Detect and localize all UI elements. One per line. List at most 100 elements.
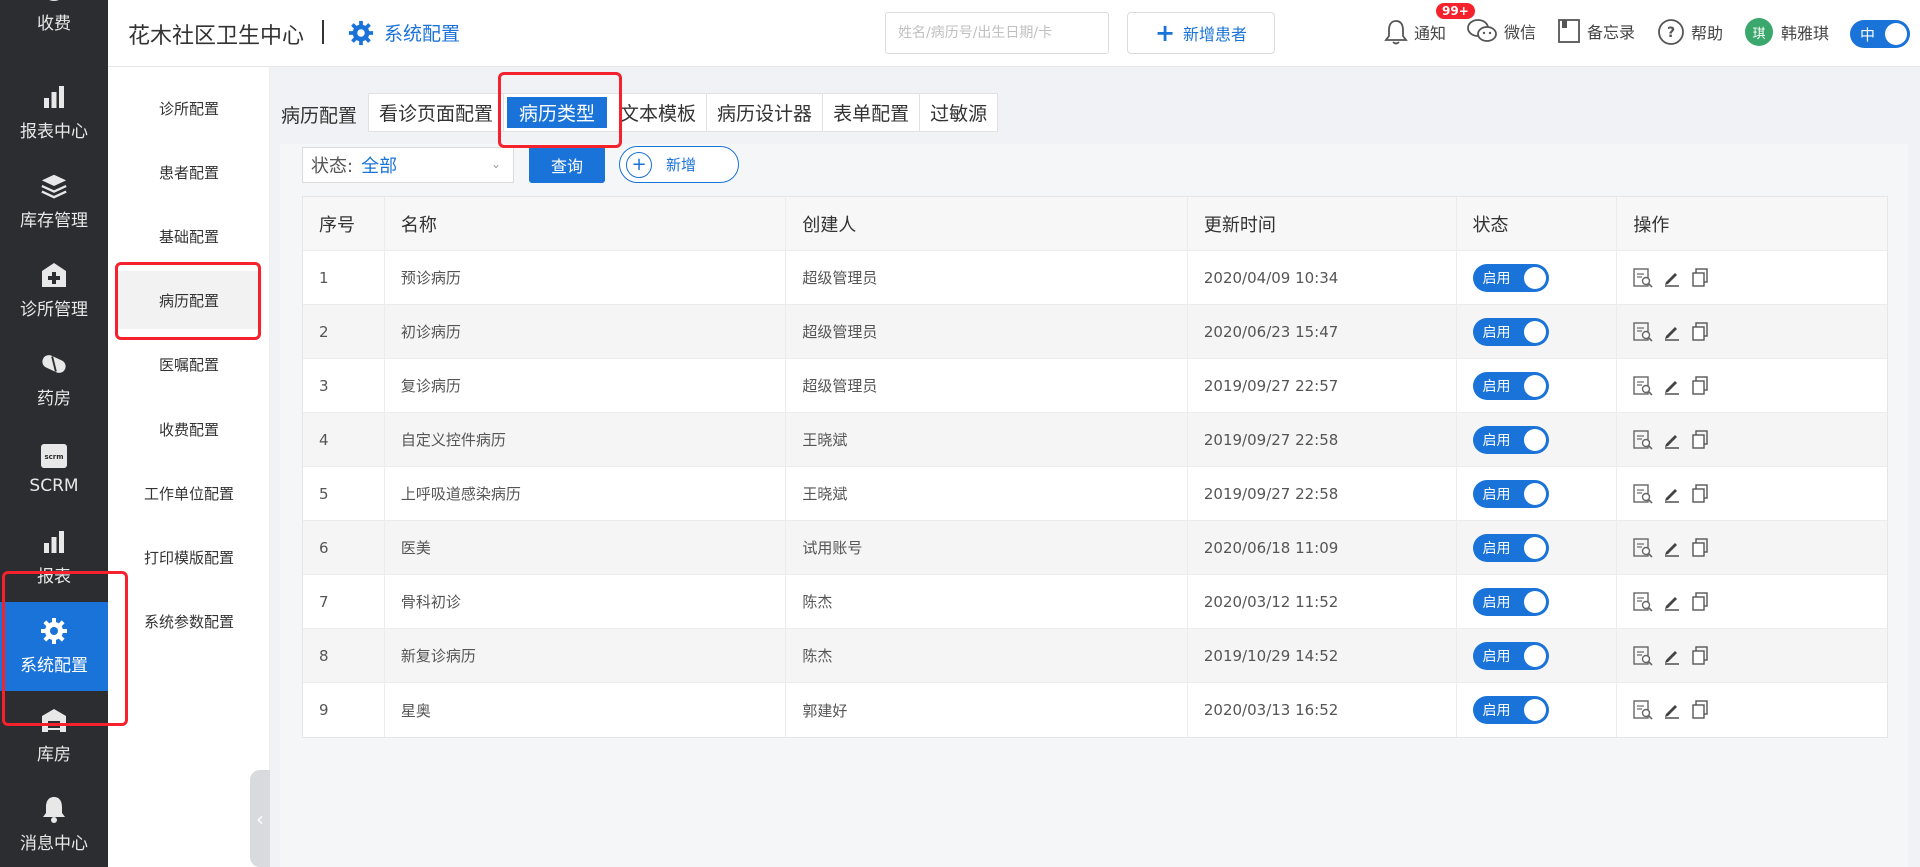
subnav-item-order-config[interactable]: 医嘱配置 bbox=[116, 335, 262, 393]
status-toggle[interactable]: 启用 bbox=[1472, 479, 1549, 508]
chevron-down-icon: ⌄ bbox=[490, 157, 501, 171]
patient-search-input[interactable] bbox=[885, 12, 1109, 54]
cell-index: 2 bbox=[303, 305, 385, 358]
edit-icon[interactable] bbox=[1663, 269, 1681, 287]
nav-item-clinic[interactable]: 诊所管理 bbox=[0, 246, 108, 335]
toggle-knob bbox=[1523, 320, 1546, 343]
edit-icon[interactable] bbox=[1663, 323, 1681, 341]
cell-actions bbox=[1617, 359, 1887, 412]
nav-item-report-center[interactable]: 报表中心 bbox=[0, 68, 108, 157]
edit-icon[interactable] bbox=[1663, 647, 1681, 665]
nav-item-system-config[interactable]: 系统配置 bbox=[0, 602, 108, 691]
edit-icon[interactable] bbox=[1663, 701, 1681, 719]
notify-button[interactable]: 通知 bbox=[1384, 18, 1446, 46]
preview-icon[interactable] bbox=[1633, 645, 1653, 666]
status-toggle[interactable]: 启用 bbox=[1472, 587, 1549, 616]
status-toggle[interactable]: 启用 bbox=[1472, 371, 1549, 400]
nav-item-report[interactable]: 报表 bbox=[0, 513, 108, 602]
nav-item-pharmacy[interactable]: 药房 bbox=[0, 335, 108, 424]
cell-updated: 2019/10/29 14:52 bbox=[1188, 629, 1457, 682]
status-toggle[interactable]: 启用 bbox=[1472, 696, 1549, 724]
collapse-sidebar-button[interactable]: ‹ bbox=[250, 770, 270, 867]
nav-label: 库存管理 bbox=[20, 211, 88, 231]
status-toggle[interactable]: 启用 bbox=[1472, 641, 1549, 670]
copy-icon[interactable] bbox=[1691, 321, 1709, 342]
nav-label: 收费 bbox=[37, 14, 71, 34]
preview-icon[interactable] bbox=[1633, 483, 1653, 504]
subnav-item-medical-record-config[interactable]: 病历配置 bbox=[116, 271, 262, 329]
edit-icon[interactable] bbox=[1663, 539, 1681, 557]
cell-creator: 超级管理员 bbox=[786, 305, 1188, 358]
tab-visit-page-config[interactable]: 看诊页面配置 bbox=[369, 94, 505, 131]
cell-index: 1 bbox=[303, 251, 385, 304]
subnav-item-billing-config[interactable]: 收费配置 bbox=[116, 400, 262, 458]
tab-record-designer[interactable]: 病历设计器 bbox=[707, 94, 824, 131]
preview-icon[interactable] bbox=[1633, 591, 1653, 612]
copy-icon[interactable] bbox=[1691, 267, 1709, 288]
status-toggle[interactable]: 启用 bbox=[1472, 317, 1549, 346]
cell-index: 9 bbox=[303, 683, 385, 737]
status-toggle[interactable]: 启用 bbox=[1472, 263, 1549, 292]
copy-icon[interactable] bbox=[1691, 483, 1709, 504]
cell-actions bbox=[1617, 521, 1887, 574]
table-row: 7 骨科初诊 陈杰 2020/03/12 11:52 启用 bbox=[303, 575, 1887, 629]
wechat-label: 微信 bbox=[1504, 23, 1537, 42]
copy-icon[interactable] bbox=[1691, 700, 1709, 720]
subnav-item-basic-config[interactable]: 基础配置 bbox=[116, 207, 262, 265]
tab-record-type[interactable]: 病历类型 bbox=[507, 97, 608, 128]
preview-icon[interactable] bbox=[1633, 321, 1653, 342]
nav-item-messages[interactable]: 消息中心 bbox=[0, 780, 108, 867]
tab-text-template[interactable]: 文本模板 bbox=[610, 94, 708, 131]
copy-icon[interactable] bbox=[1691, 429, 1709, 450]
nav-item-inventory[interactable]: 库存管理 bbox=[0, 157, 108, 246]
copy-icon[interactable] bbox=[1691, 537, 1709, 558]
cell-status: 启用 bbox=[1457, 521, 1618, 574]
cell-status: 启用 bbox=[1457, 305, 1618, 358]
preview-icon[interactable] bbox=[1633, 700, 1653, 720]
user-menu[interactable]: 琪 韩雅琪 bbox=[1745, 18, 1829, 46]
new-patient-button[interactable]: + 新增患者 bbox=[1127, 12, 1275, 54]
help-button[interactable]: ? 帮助 bbox=[1657, 18, 1723, 46]
status-toggle[interactable]: 启用 bbox=[1472, 425, 1549, 454]
memo-button[interactable]: 备忘录 bbox=[1557, 18, 1635, 44]
cell-updated: 2019/09/27 22:58 bbox=[1188, 413, 1457, 466]
add-button[interactable]: + 新增 bbox=[619, 146, 739, 183]
edit-icon[interactable] bbox=[1663, 431, 1681, 449]
status-toggle-label: 启用 bbox=[1482, 540, 1511, 557]
preview-icon[interactable] bbox=[1633, 375, 1653, 396]
cell-status: 启用 bbox=[1457, 629, 1618, 682]
query-button[interactable]: 查询 bbox=[529, 146, 605, 183]
record-type-table: 序号 名称 创建人 更新时间 状态 操作 1 预诊病历 超级管理员 2020/04/0… bbox=[302, 196, 1888, 738]
status-filter-select[interactable]: 状态: 全部 ⌄ bbox=[302, 147, 514, 183]
preview-icon[interactable] bbox=[1633, 267, 1653, 288]
cell-name: 医美 bbox=[385, 521, 787, 574]
copy-icon[interactable] bbox=[1691, 645, 1709, 666]
table-row: 2 初诊病历 超级管理员 2020/06/23 15:47 启用 bbox=[303, 305, 1887, 359]
tab-allergen[interactable]: 过敏源 bbox=[920, 94, 997, 131]
edit-icon[interactable] bbox=[1663, 485, 1681, 503]
subnav-item-print-template-config[interactable]: 打印模版配置 bbox=[116, 528, 262, 586]
language-toggle[interactable]: 中 bbox=[1850, 20, 1910, 48]
cell-creator: 超级管理员 bbox=[786, 359, 1188, 412]
main-nav: ¥ 收费 报表中心 库存管理 诊所管理 药房 scrm SCRM bbox=[0, 0, 108, 867]
subnav-item-system-params-config[interactable]: 系统参数配置 bbox=[116, 592, 262, 650]
subnav-item-clinic-config[interactable]: 诊所配置 bbox=[116, 79, 262, 137]
tab-form-config[interactable]: 表单配置 bbox=[823, 94, 921, 131]
copy-icon[interactable] bbox=[1691, 591, 1709, 612]
wechat-button[interactable]: 微信 bbox=[1466, 18, 1536, 44]
nav-item-scrm[interactable]: scrm SCRM bbox=[0, 424, 108, 513]
nav-label: 库房 bbox=[37, 745, 71, 765]
cell-index: 6 bbox=[303, 521, 385, 574]
subnav-item-employer-config[interactable]: 工作单位配置 bbox=[116, 464, 262, 522]
preview-icon[interactable] bbox=[1633, 429, 1653, 450]
cell-actions bbox=[1617, 305, 1887, 358]
edit-icon[interactable] bbox=[1663, 593, 1681, 611]
nav-item-warehouse[interactable]: 库房 bbox=[0, 691, 108, 780]
col-header-index: 序号 bbox=[303, 197, 385, 250]
preview-icon[interactable] bbox=[1633, 537, 1653, 558]
copy-icon[interactable] bbox=[1691, 375, 1709, 396]
edit-icon[interactable] bbox=[1663, 377, 1681, 395]
subnav-item-patient-config[interactable]: 患者配置 bbox=[116, 143, 262, 201]
status-toggle[interactable]: 启用 bbox=[1472, 533, 1549, 562]
nav-item-billing[interactable]: ¥ 收费 bbox=[0, 0, 108, 49]
